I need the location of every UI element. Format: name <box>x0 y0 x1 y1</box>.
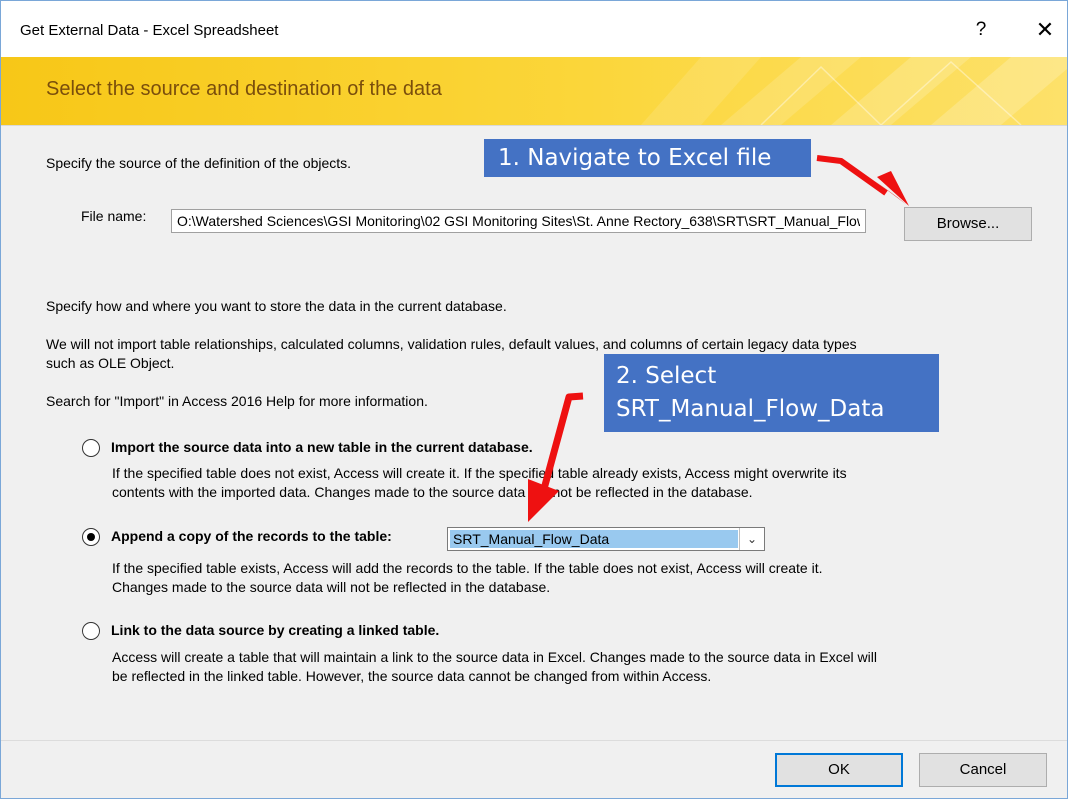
close-button[interactable]: ✕ <box>1029 15 1061 45</box>
arrow-to-browse <box>816 155 888 196</box>
store-instruction: Specify how and where you want to store … <box>46 298 507 314</box>
option-link-label[interactable]: Link to the data source by creating a li… <box>111 622 439 638</box>
get-external-data-dialog: Get External Data - Excel Spreadsheet ? … <box>0 0 1068 799</box>
callout-select-line2: SRT_Manual_Flow_Data <box>616 396 885 422</box>
title-bar: Get External Data - Excel Spreadsheet ? … <box>1 1 1067 57</box>
cancel-button[interactable]: Cancel <box>919 753 1047 787</box>
option-append-label[interactable]: Append a copy of the records to the tabl… <box>111 528 392 544</box>
callout-navigate: 1. Navigate to Excel file <box>484 139 811 177</box>
banner-title: Select the source and destination of the… <box>46 78 442 100</box>
option-link-desc: Access will create a table that will mai… <box>112 649 877 665</box>
window-title: Get External Data - Excel Spreadsheet <box>20 22 279 39</box>
radio-append-records[interactable] <box>82 528 100 546</box>
option-import-label[interactable]: Import the source data into a new table … <box>111 439 533 455</box>
import-notice: We will not import table relationships, … <box>46 336 857 352</box>
arrow-to-browse-head2 <box>875 181 907 205</box>
help-button[interactable]: ? <box>969 15 993 45</box>
chevron-down-icon[interactable]: ⌄ <box>739 528 764 550</box>
browse-button[interactable]: Browse... <box>904 207 1032 241</box>
table-select-dropdown[interactable]: SRT_Manual_Flow_Data ⌄ <box>447 527 765 551</box>
arrow-to-browse-head <box>877 171 909 206</box>
file-name-input[interactable] <box>171 209 866 233</box>
callout-select-line1: 2. Select <box>616 363 717 389</box>
import-notice-cont: such as OLE Object. <box>46 355 175 371</box>
option-link-desc-cont: be reflected in the linked table. Howeve… <box>112 668 712 684</box>
radio-import-new-table[interactable] <box>82 439 100 457</box>
radio-link-table[interactable] <box>82 622 100 640</box>
header-banner: Select the source and destination of the… <box>1 57 1067 126</box>
option-import-desc-cont: contents with the imported data. Changes… <box>112 484 753 500</box>
source-instruction: Specify the source of the definition of … <box>46 155 352 171</box>
table-select-value: SRT_Manual_Flow_Data <box>450 530 738 548</box>
ok-button[interactable]: OK <box>775 753 903 787</box>
file-name-label: File name: <box>81 208 147 224</box>
dialog-footer: OK Cancel <box>1 740 1067 798</box>
option-append-desc: If the specified table exists, Access wi… <box>112 560 823 576</box>
help-hint: Search for "Import" in Access 2016 Help … <box>46 393 428 409</box>
option-import-desc: If the specified table does not exist, A… <box>112 465 847 481</box>
callout-select: 2. Select SRT_Manual_Flow_Data <box>604 354 939 432</box>
option-append-desc-cont: Changes made to the source data will not… <box>112 579 551 595</box>
